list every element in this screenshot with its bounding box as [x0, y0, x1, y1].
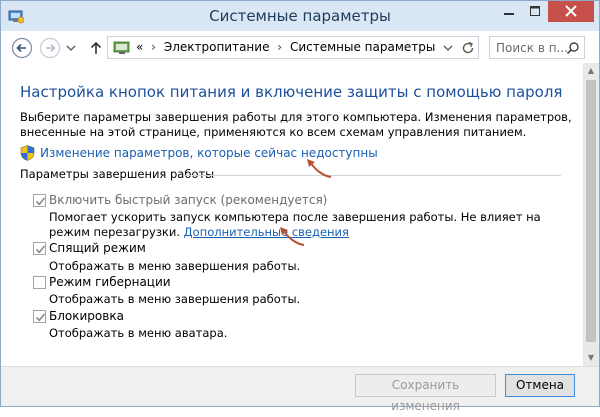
hibernate-label: Режим гибернации — [49, 275, 171, 289]
forward-arrow-icon[interactable] — [39, 37, 61, 59]
maximize-button[interactable] — [522, 1, 548, 22]
vertical-scrollbar[interactable]: ▲ ▼ — [583, 63, 599, 366]
cancel-button[interactable]: Отмена — [505, 374, 575, 397]
sleep-checkbox[interactable] — [33, 242, 46, 255]
more-info-link[interactable]: Дополнительные сведения — [184, 225, 349, 239]
scroll-up-icon[interactable]: ▲ — [583, 63, 599, 79]
title-bar[interactable]: Системные параметры — [1, 1, 599, 31]
uac-shield-icon — [20, 145, 35, 161]
maximize-icon — [530, 6, 540, 16]
fast-startup-description: Помогает ускорить запуск компьютера посл… — [49, 210, 569, 240]
close-button[interactable] — [548, 1, 594, 22]
checkmark-icon — [35, 197, 46, 206]
checkmark-icon — [35, 245, 46, 254]
back-arrow-icon[interactable] — [11, 37, 33, 59]
lock-checkbox[interactable] — [33, 310, 46, 323]
fast-startup-checkbox[interactable] — [33, 194, 46, 207]
hibernate-description: Отображать в меню завершения работы. — [49, 292, 301, 306]
navigation-bar: « › Электропитание › Системные параметры… — [1, 31, 599, 63]
sleep-label: Спящий режим — [49, 241, 146, 255]
breadcrumb-item-power-options[interactable]: Электропитание — [164, 40, 270, 54]
save-changes-button[interactable]: Сохранить изменения — [355, 374, 496, 413]
fast-startup-label: Включить быстрый запуск (рекомендуется) — [49, 193, 328, 207]
annotation-arrow-icon — [307, 159, 332, 178]
chevron-down-icon[interactable] — [441, 40, 455, 56]
minimize-icon — [504, 13, 514, 15]
annotation-arrow-icon — [280, 227, 305, 246]
breadcrumb-overflow[interactable]: « — [136, 40, 143, 54]
scrollbar-thumb[interactable] — [586, 80, 596, 342]
control-panel-icon — [113, 41, 130, 54]
lock-label: Блокировка — [49, 309, 124, 323]
page-description: Выберите параметры завершения работы для… — [20, 110, 572, 139]
checkmark-icon — [35, 313, 46, 322]
minimize-button[interactable] — [496, 1, 522, 22]
breadcrumb: « › Электропитание › Системные параметры — [136, 40, 435, 54]
search-placeholder: Поиск в п... — [496, 41, 568, 55]
close-icon — [565, 5, 577, 17]
breadcrumb-item-system-settings[interactable]: Системные параметры — [290, 40, 435, 54]
breadcrumb-separator[interactable]: › — [147, 40, 160, 54]
scroll-down-icon[interactable]: ▼ — [583, 350, 599, 366]
hibernate-checkbox[interactable] — [33, 276, 46, 289]
breadcrumb-separator[interactable]: › — [273, 40, 286, 54]
search-icon[interactable] — [566, 41, 580, 55]
up-arrow-icon[interactable] — [85, 37, 107, 59]
address-bar[interactable]: « › Электропитание › Системные параметры — [107, 36, 479, 59]
recent-locations-dropdown-icon[interactable] — [65, 37, 77, 59]
shutdown-settings-group-title: Параметры завершения работы — [20, 167, 215, 181]
system-settings-window: Системные параметры « › Электропитание ›… — [0, 0, 600, 413]
search-box[interactable]: Поиск в п... — [489, 36, 585, 59]
lock-description: Отображать в меню аватара. — [49, 326, 228, 340]
sleep-description: Отображать в меню завершения работы. — [49, 259, 301, 273]
refresh-icon[interactable] — [460, 40, 476, 56]
group-divider — [183, 175, 561, 176]
main-content: Настройка кнопок питания и включение защ… — [1, 63, 583, 366]
dialog-footer: Сохранить изменения Отмена — [1, 366, 599, 413]
page-title: Настройка кнопок питания и включение защ… — [20, 83, 563, 101]
